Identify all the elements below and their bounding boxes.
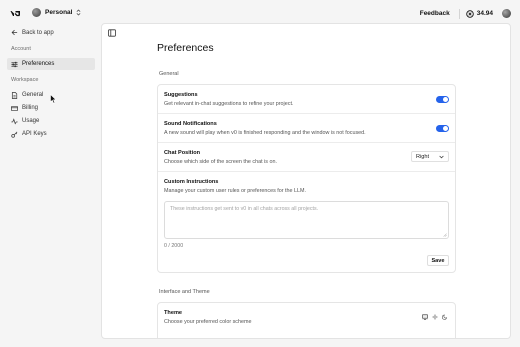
suggestions-title: Suggestions	[164, 92, 198, 98]
feedback-button[interactable]: Feedback	[417, 8, 453, 19]
chat-position-select[interactable]: Right	[411, 151, 449, 162]
sidebar-item-usage[interactable]: Usage	[7, 115, 95, 127]
suggestions-toggle[interactable]	[436, 96, 449, 103]
character-count: 0 / 2000	[164, 243, 184, 249]
sidebar-item-label: General	[22, 92, 44, 98]
resize-grip-icon[interactable]	[443, 233, 447, 237]
sliders-icon	[11, 61, 18, 67]
back-to-app-label: Back to app	[22, 29, 54, 36]
sidebar-item-api-keys[interactable]: API Keys	[7, 128, 95, 140]
v0-logo[interactable]	[10, 10, 21, 17]
sidebar-item-label: Usage	[22, 118, 40, 124]
chevron-down-icon	[439, 155, 444, 158]
sidebar-toggle-icon[interactable]	[108, 29, 116, 37]
divider	[158, 171, 455, 172]
theme-desc: Choose your preferred color scheme	[164, 319, 252, 325]
divider	[458, 8, 460, 19]
sidebar-item-label: API Keys	[22, 131, 47, 137]
settings-sidebar: Back to app Account Preferences Workspac…	[0, 26, 100, 347]
theme-settings-card: Theme Choose your preferred color scheme	[157, 302, 456, 338]
credit-card-icon	[11, 105, 18, 111]
sun-icon[interactable]	[432, 314, 438, 320]
moon-icon[interactable]	[442, 314, 448, 320]
activity-icon	[11, 117, 18, 125]
general-group-label: General	[159, 71, 179, 77]
chat-position-value: Right	[416, 153, 430, 160]
chevron-up-down-icon	[77, 9, 81, 16]
credits-value: 34.94	[476, 10, 493, 17]
sidebar-item-preferences[interactable]: Preferences	[7, 58, 95, 70]
mouse-cursor-icon	[50, 94, 57, 104]
sound-notifications-desc: A new sound will play when v0 is finishe…	[164, 130, 366, 136]
theme-title: Theme	[164, 310, 183, 316]
preferences-panel: Preferences General Suggestions Get rele…	[101, 23, 511, 339]
custom-instructions-title: Custom Instructions	[164, 179, 219, 185]
general-settings-card: Suggestions Get relevant in-chat suggest…	[157, 84, 456, 273]
chat-position-title: Chat Position	[164, 150, 201, 156]
document-icon	[11, 91, 18, 99]
chat-position-desc: Choose which side of the screen the chat…	[164, 159, 277, 165]
textarea-placeholder: These instructions get sent to v0 in all…	[170, 206, 319, 212]
sound-notifications-title: Sound Notifications	[164, 121, 217, 127]
save-button[interactable]: Save	[427, 255, 449, 266]
back-to-app-link[interactable]: Back to app	[11, 29, 54, 36]
credits-display[interactable]: 34.94	[465, 9, 493, 18]
suggestions-desc: Get relevant in-chat suggestions to refi…	[164, 101, 294, 107]
theme-selector	[422, 314, 448, 320]
custom-instructions-textarea[interactable]: These instructions get sent to v0 in all…	[164, 201, 449, 239]
workspace-name: Personal	[45, 9, 73, 16]
divider	[158, 113, 455, 114]
user-avatar[interactable]	[502, 9, 511, 18]
workspace-section-label: Workspace	[11, 77, 39, 83]
key-icon	[11, 131, 18, 138]
divider	[158, 142, 455, 143]
workspace-switcher[interactable]: Personal	[32, 8, 81, 17]
sidebar-item-label: Billing	[22, 105, 39, 111]
credits-icon	[465, 9, 474, 18]
workspace-avatar	[32, 8, 41, 17]
sidebar-item-label: Preferences	[22, 61, 55, 67]
account-section-label: Account	[11, 46, 31, 52]
monitor-icon[interactable]	[422, 314, 428, 320]
custom-instructions-desc: Manage your custom user rules or prefere…	[164, 188, 307, 194]
arrow-left-icon	[11, 29, 18, 36]
sound-notifications-toggle[interactable]	[436, 125, 449, 132]
page-title: Preferences	[157, 42, 214, 54]
interface-theme-group-label: Interface and Theme	[159, 289, 210, 295]
